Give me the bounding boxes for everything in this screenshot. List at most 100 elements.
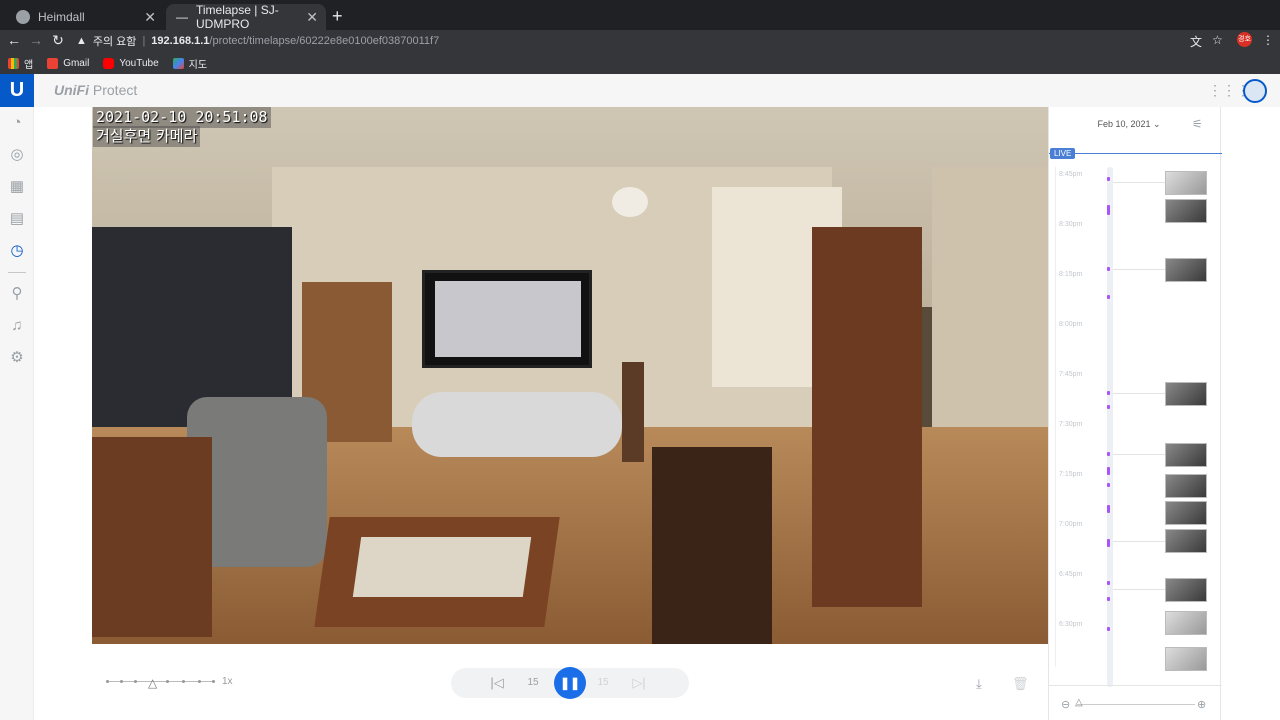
brand-prefix: UniFi <box>54 82 89 98</box>
devices-icon[interactable]: ◎ <box>9 147 25 163</box>
motion-event-marker[interactable] <box>1107 177 1110 181</box>
profile-avatar[interactable]: 경호 <box>1237 32 1252 47</box>
recordings-icon[interactable]: ▤ <box>9 211 25 227</box>
event-thumbnail[interactable] <box>1165 443 1207 467</box>
url-path: /protect/timelapse/60222e8e0100ef0387001… <box>209 35 440 47</box>
motion-event-marker[interactable] <box>1107 539 1110 547</box>
tab-heimdall[interactable]: Heimdall ✕ <box>6 4 164 30</box>
event-thumbnail[interactable] <box>1165 647 1207 671</box>
motion-event-marker[interactable] <box>1107 267 1110 271</box>
unifi-logo[interactable]: U <box>0 74 34 107</box>
new-tab-button[interactable]: + <box>332 6 343 27</box>
liveview-icon[interactable]: ▦ <box>9 179 25 195</box>
motion-event-marker[interactable] <box>1107 405 1110 409</box>
event-thumbnail[interactable] <box>1165 382 1207 406</box>
event-thumbnail[interactable] <box>1165 501 1207 525</box>
speed-tick <box>182 680 185 683</box>
speed-tick <box>120 680 123 683</box>
timeline-track[interactable] <box>1107 167 1113 687</box>
event-connector <box>1113 454 1165 455</box>
zoom-in-icon[interactable]: ⊕ <box>1197 698 1206 711</box>
hour-label: 7:45pm <box>1059 371 1083 378</box>
forward-arrow-icon[interactable]: → <box>28 32 44 48</box>
motion-event-marker[interactable] <box>1107 627 1110 631</box>
back-arrow-icon[interactable]: ← <box>6 32 22 48</box>
pause-button[interactable]: ❚❚ <box>554 667 586 699</box>
brand-name: Protect <box>92 82 138 98</box>
url-field[interactable]: ▲ 주의 요함 | 192.168.1.1 /protect/timelapse… <box>72 31 1172 51</box>
hour-label: 8:45pm <box>1059 171 1083 178</box>
zoom-out-icon[interactable]: ⊖ <box>1061 698 1070 711</box>
speed-tick <box>166 680 169 683</box>
scene-tv <box>422 270 592 368</box>
live-badge[interactable]: LIVE <box>1050 148 1076 159</box>
timeline-zoom: ⊖ △ ⊕ <box>1049 685 1222 720</box>
motion-filter-icon[interactable]: ⚟ <box>1192 117 1203 131</box>
security-label[interactable]: 주의 요함 <box>93 33 137 49</box>
motion-event-marker[interactable] <box>1107 295 1110 299</box>
event-thumbnail[interactable] <box>1165 529 1207 553</box>
bookmark-apps[interactable]: 앱 <box>8 56 33 71</box>
bookmark-label: Gmail <box>63 57 90 69</box>
zoom-slider-knob[interactable]: △ <box>1075 697 1083 708</box>
timeline-date-picker[interactable]: Feb 10, 2021 ⌄ <box>1049 119 1209 130</box>
motion-event-marker[interactable] <box>1107 467 1110 475</box>
speed-tick <box>198 680 201 683</box>
motion-event-marker[interactable] <box>1107 505 1110 513</box>
timeline-ruler <box>1055 167 1056 667</box>
browser-tab-strip: Heimdall ✕ — Timelapse | SJ-UDMPRO ✕ + <box>0 0 1280 31</box>
motion-event-marker[interactable] <box>1107 483 1110 487</box>
apps-grid-icon <box>8 57 19 69</box>
skip-to-start-icon[interactable]: |◁ <box>488 674 506 692</box>
bookmark-star-icon[interactable]: ☆ <box>1212 33 1223 47</box>
playback-controls: △ 1x |◁ 15 ❚❚ 15 ▷| ⤓ 🗑 <box>92 660 1048 706</box>
speed-label: 1x <box>222 676 233 687</box>
event-connector <box>1113 269 1165 270</box>
hour-label: 6:45pm <box>1059 571 1083 578</box>
motion-event-marker[interactable] <box>1107 452 1110 456</box>
rewind-15-icon[interactable]: 15 <box>524 674 542 692</box>
alerts-icon[interactable]: ♫ <box>9 318 25 334</box>
event-thumbnail[interactable] <box>1165 611 1207 635</box>
bookmark-youtube[interactable]: YouTube <box>103 57 159 69</box>
speed-slider[interactable] <box>106 680 215 683</box>
close-icon[interactable]: ✕ <box>306 9 318 26</box>
scene-chair <box>652 447 772 644</box>
event-thumbnail[interactable] <box>1165 578 1207 602</box>
translate-icon[interactable]: 文 <box>1190 33 1202 50</box>
motion-event-marker[interactable] <box>1107 391 1110 395</box>
motion-event-marker[interactable] <box>1107 581 1110 585</box>
event-thumbnail[interactable] <box>1165 474 1207 498</box>
heimdall-favicon-icon <box>16 10 30 24</box>
motion-event-marker[interactable] <box>1107 205 1110 215</box>
tab-title: Heimdall <box>38 10 85 24</box>
trash-icon[interactable]: 🗑 <box>1012 676 1029 692</box>
speed-tick <box>134 680 137 683</box>
dashboard-icon[interactable]: ◔ <box>9 115 25 131</box>
user-avatar-icon[interactable] <box>1243 79 1267 103</box>
event-thumbnail[interactable] <box>1165 199 1207 223</box>
settings-icon[interactable]: ⚙ <box>9 350 25 366</box>
motion-event-marker[interactable] <box>1107 597 1110 601</box>
speed-slider-knob[interactable]: △ <box>148 676 157 690</box>
integrations-icon[interactable]: ⚲ <box>9 286 25 302</box>
forward-15-icon[interactable]: 15 <box>594 674 612 692</box>
warning-icon[interactable]: ▲ <box>76 35 87 47</box>
download-icon[interactable]: ⤓ <box>976 676 982 692</box>
timelapse-icon[interactable]: ◷ <box>9 243 25 259</box>
zoom-slider[interactable] <box>1077 704 1195 705</box>
close-icon[interactable]: ✕ <box>144 9 156 26</box>
bookmark-maps[interactable]: 지도 <box>172 56 207 71</box>
event-thumbnail[interactable] <box>1165 258 1207 282</box>
hour-label: 8:30pm <box>1059 221 1083 228</box>
app-brand[interactable]: UniFi Protect <box>54 82 137 98</box>
tab-timelapse[interactable]: — Timelapse | SJ-UDMPRO ✕ <box>166 3 326 31</box>
skip-to-end-icon[interactable]: ▷| <box>630 674 648 692</box>
event-thumbnail[interactable] <box>1165 171 1207 195</box>
camera-video[interactable]: 2021-02-10 20:51:08 거실후면 카메라 <box>92 107 1048 644</box>
reload-icon[interactable]: ↻ <box>50 32 66 49</box>
bookmark-gmail[interactable]: Gmail <box>47 57 90 69</box>
more-menu-icon[interactable]: ⋮ <box>1262 33 1274 47</box>
bookmarks-bar: 앱 Gmail YouTube 지도 <box>0 52 1280 74</box>
top-bar: UniFi Protect ⋮⋮⋮ <box>34 74 1280 107</box>
